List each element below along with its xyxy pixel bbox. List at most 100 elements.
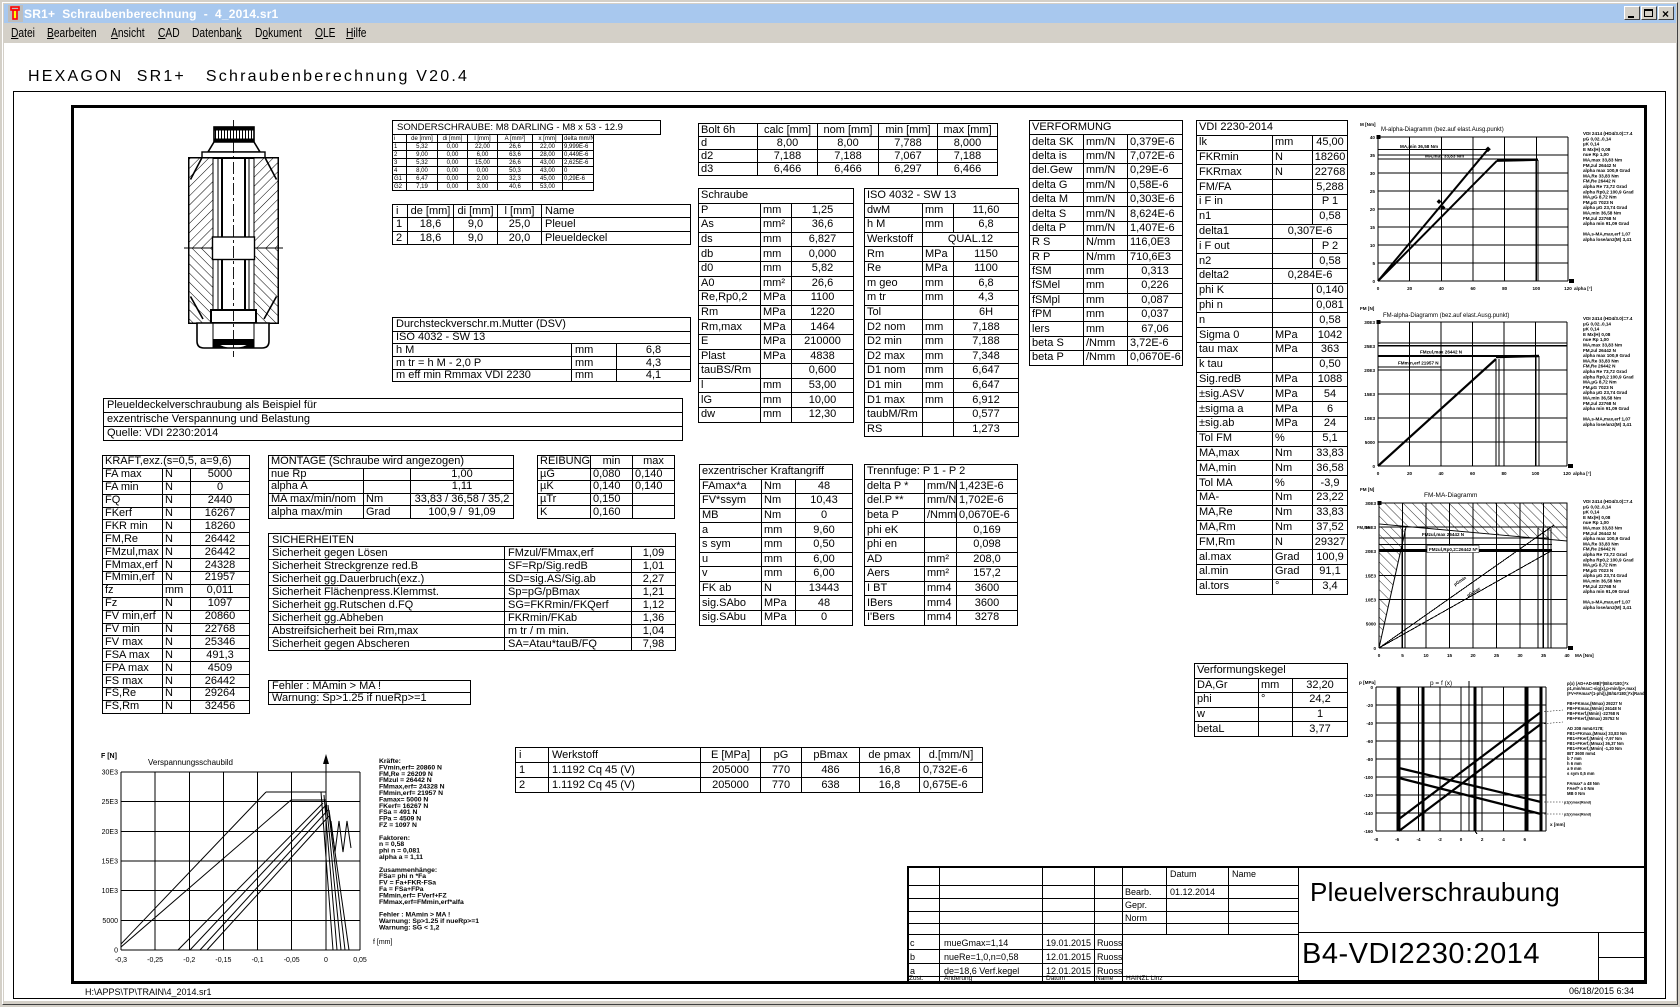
svg-text:VDI 2414 (HD4/3.0)=7.4: VDI 2414 (HD4/3.0)=7.4 (1583, 499, 1633, 504)
svg-text:alpha Rp0,2 100,9 Grad: alpha Rp0,2 100,9 Grad (1583, 189, 1634, 194)
svg-text:-4: -4 (1416, 837, 1421, 842)
svg-text:Verspannungsschaubild: Verspannungsschaubild (148, 758, 233, 767)
svg-text:40: 40 (1439, 286, 1445, 291)
svg-text:60: 60 (1470, 471, 1476, 476)
svg-text:p1(x)max(Rand): p1(x)max(Rand) (1564, 801, 1592, 805)
svg-text:alpha [°]: alpha [°] (1573, 471, 1592, 476)
svg-text:alpha Re 73,72 Grad: alpha Re 73,72 Grad (1583, 184, 1627, 189)
svg-text:MA,Re 33,83 Nm: MA,Re 33,83 Nm (1583, 358, 1619, 363)
svg-text:15E3: 15E3 (1365, 573, 1376, 578)
svg-text:40: 40 (1370, 135, 1376, 140)
svg-text:25E3: 25E3 (102, 799, 118, 806)
svg-text:25: 25 (1370, 189, 1376, 194)
svg-text:5: 5 (1372, 261, 1375, 266)
svg-text:-40: -40 (1366, 721, 1373, 726)
svg-text:alpha µG 23,74 Grad: alpha µG 23,74 Grad (1583, 573, 1627, 578)
svg-text:alpha lose/anz(M) 3,41: alpha lose/anz(M) 3,41 (1583, 605, 1632, 610)
svg-text:µG 0,02..0,14: µG 0,02..0,14 (1583, 504, 1611, 509)
svg-text:0: 0 (1372, 279, 1375, 284)
svg-text:40: 40 (1438, 471, 1444, 476)
svg-text:20: 20 (1370, 207, 1376, 212)
svg-text:FM,Re 26442 N: FM,Re 26442 N (1583, 547, 1616, 552)
svg-text:-0,3: -0,3 (115, 957, 127, 964)
svg-text:20: 20 (1407, 286, 1413, 291)
svg-text:0: 0 (1378, 653, 1381, 658)
svg-text:p = f (x): p = f (x) (1430, 680, 1452, 687)
svg-text:6: 6 (1524, 837, 1527, 842)
svg-text:Warnung: SG < 1,2: Warnung: SG < 1,2 (379, 924, 440, 931)
svg-text:µG 0,02..0,14: µG 0,02..0,14 (1583, 136, 1611, 141)
svg-text:VDI 2414 (HD4/3.0)=7.4: VDI 2414 (HD4/3.0)=7.4 (1583, 131, 1633, 136)
svg-text:MA,min 36,58 Nm: MA,min 36,58 Nm (1583, 579, 1621, 584)
svg-text:FMmax,erf=FMmin,erf*alfa: FMmax,erf=FMmin,erf*alfa (379, 899, 464, 906)
svg-text:40: 40 (1564, 653, 1570, 658)
svg-text:0: 0 (324, 957, 328, 964)
svg-text:MA,min 36,58 Nm: MA,min 36,58 Nm (1400, 144, 1438, 149)
svg-text:FM-MA-Diagramm: FM-MA-Diagramm (1424, 492, 1477, 499)
svg-text:F [N]: F [N] (101, 753, 117, 760)
svg-text:0: 0 (1372, 464, 1375, 469)
svg-text:15: 15 (1447, 653, 1453, 658)
svg-text:f [mm]: f [mm] (373, 939, 392, 946)
svg-text:30E3: 30E3 (1365, 501, 1376, 506)
svg-text:-120: -120 (1364, 793, 1374, 798)
svg-text:FM,µG 7023 N: FM,µG 7023 N (1583, 385, 1614, 390)
svg-text:M [Nm]: M [Nm] (1360, 122, 1376, 127)
svg-text:MA,max 33,83 Nm: MA,max 33,83 Nm (1425, 154, 1464, 159)
svg-text:-0,05: -0,05 (284, 957, 300, 964)
svg-text:MA,max 33,83 Nm: MA,max 33,83 Nm (1583, 343, 1622, 348)
svg-text:60: 60 (1470, 286, 1476, 291)
svg-text:-2: -2 (1438, 837, 1443, 842)
svg-text:10: 10 (1370, 243, 1376, 248)
svg-text:alpha max 100,9 Grad: alpha max 100,9 Grad (1583, 536, 1630, 541)
svg-text:35: 35 (1370, 153, 1376, 158)
svg-text:FM [N]: FM [N] (1360, 487, 1375, 492)
svg-text:alpha min 91,09 Grad: alpha min 91,09 Grad (1583, 406, 1629, 411)
svg-text:4: 4 (1502, 837, 1505, 842)
svg-text:alpha [°]: alpha [°] (1574, 286, 1593, 291)
svg-text:FMmin,erf 21957 N: FMmin,erf 21957 N (1398, 361, 1439, 366)
svg-text:alpha µG 23,74 Grad: alpha µG 23,74 Grad (1583, 205, 1627, 210)
svg-text:FMzul,Rp0,2=26442 N*: FMzul,Rp0,2=26442 N* (1429, 547, 1478, 552)
svg-text:alpha µG 23,74 Grad: alpha µG 23,74 Grad (1583, 390, 1627, 395)
svg-text:FMzul,max 26442 N: FMzul,max 26442 N (1422, 532, 1465, 537)
svg-text:-140: -140 (1364, 811, 1374, 816)
svg-text:alpha min 91,09 Grad: alpha min 91,09 Grad (1583, 589, 1629, 594)
svg-text:10E3: 10E3 (102, 888, 118, 895)
svg-text:0: 0 (1373, 646, 1376, 651)
svg-text:5000: 5000 (1365, 440, 1376, 445)
svg-text:FM,zul 26442 N: FM,zul 26442 N (1583, 163, 1617, 168)
svg-text:FMzul,max 26442 N: FMzul,max 26442 N (1420, 350, 1463, 355)
svg-text:-80: -80 (1366, 757, 1373, 762)
svg-text:FM,Re 26442 N: FM,Re 26442 N (1583, 179, 1616, 184)
svg-text:VDI 2414 (HD4/3.0)=7.4: VDI 2414 (HD4/3.0)=7.4 (1583, 316, 1633, 321)
svg-text:-0,1: -0,1 (252, 957, 264, 964)
svg-text:µGmin: µGmin (1453, 575, 1468, 587)
svg-text:FM,Re 26442 N: FM,Re 26442 N (1583, 364, 1616, 369)
svg-text:alpha Rp0,2 100,9 Grad: alpha Rp0,2 100,9 Grad (1583, 557, 1634, 562)
svg-text:p2(x)max(Rand): p2(x)max(Rand) (1564, 813, 1592, 817)
svg-text:MA,max 33,83 Nm: MA,max 33,83 Nm (1583, 526, 1622, 531)
svg-text:FZ = 1097 N: FZ = 1097 N (379, 822, 417, 829)
svg-text:0: 0 (1370, 685, 1373, 690)
svg-text:0: 0 (1377, 471, 1380, 476)
svg-text:-6: -6 (1395, 837, 1400, 842)
svg-text:-0,25: -0,25 (147, 957, 163, 964)
svg-text:0: 0 (114, 948, 118, 955)
svg-text:2: 2 (1481, 837, 1484, 842)
svg-text:FM-alpha-Diagramm (bez.auf ela: FM-alpha-Diagramm (bez.auf elast.Ausg.pu… (1383, 313, 1509, 319)
svg-text:FM,zul 26442 N: FM,zul 26442 N (1583, 348, 1617, 353)
svg-text:MA,µG 8,72 Nm: MA,µG 8,72 Nm (1583, 563, 1617, 568)
svg-text:nue Rp 1,00: nue Rp 1,00 (1583, 337, 1609, 342)
svg-text:µK 0,14: µK 0,14 (1583, 142, 1600, 147)
svg-text:15: 15 (1370, 225, 1376, 230)
svg-text:-8: -8 (1374, 837, 1379, 842)
svg-text:alpha Re 73,72 Grad: alpha Re 73,72 Grad (1583, 369, 1627, 374)
svg-text:alpha lose/anz(M) 3,41: alpha lose/anz(M) 3,41 (1583, 422, 1632, 427)
svg-text:25E3: 25E3 (1364, 344, 1375, 349)
svg-text:20: 20 (1470, 653, 1476, 658)
svg-text:nue Rp 1,00: nue Rp 1,00 (1583, 152, 1609, 157)
svg-text:30: 30 (1517, 653, 1523, 658)
svg-text:10E3: 10E3 (1364, 416, 1375, 421)
svg-text:30E3: 30E3 (1364, 320, 1375, 325)
